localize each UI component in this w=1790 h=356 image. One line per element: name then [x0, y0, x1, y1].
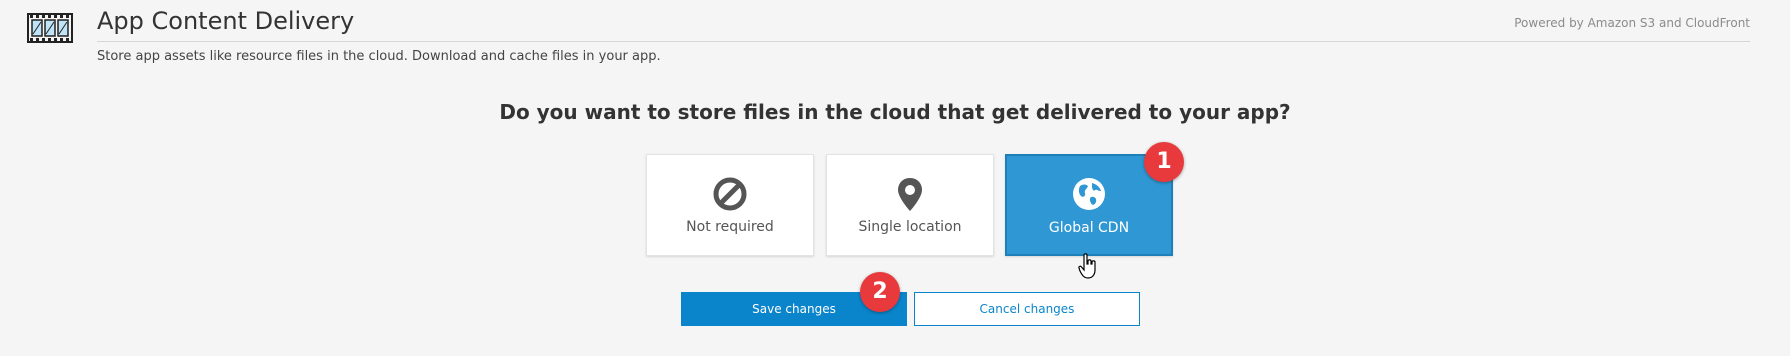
content-delivery-app-icon	[27, 13, 73, 43]
no-entry-icon	[713, 177, 747, 211]
page-subtitle: Store app assets like resource files in …	[97, 49, 661, 64]
cancel-changes-button[interactable]: Cancel changes	[914, 292, 1140, 326]
option-label: Global CDN	[1048, 220, 1130, 236]
page-title: App Content Delivery	[97, 7, 355, 35]
map-pin-icon	[898, 178, 922, 211]
option-not-required[interactable]: Not required	[646, 154, 814, 256]
delivery-options: Not required Single location Global CDN	[646, 154, 1173, 256]
step-badge-1: 1	[1144, 142, 1184, 182]
powered-by-text: Powered by Amazon S3 and CloudFront	[1514, 16, 1750, 30]
storage-question: Do you want to store files in the cloud …	[499, 100, 1291, 124]
option-label: Single location	[858, 219, 962, 235]
header-divider	[97, 41, 1750, 42]
hand-cursor-icon	[1078, 253, 1096, 279]
option-label: Not required	[686, 219, 774, 235]
globe-icon	[1073, 178, 1105, 210]
step-badge-2: 2	[860, 272, 900, 312]
option-single-location[interactable]: Single location	[826, 154, 994, 256]
